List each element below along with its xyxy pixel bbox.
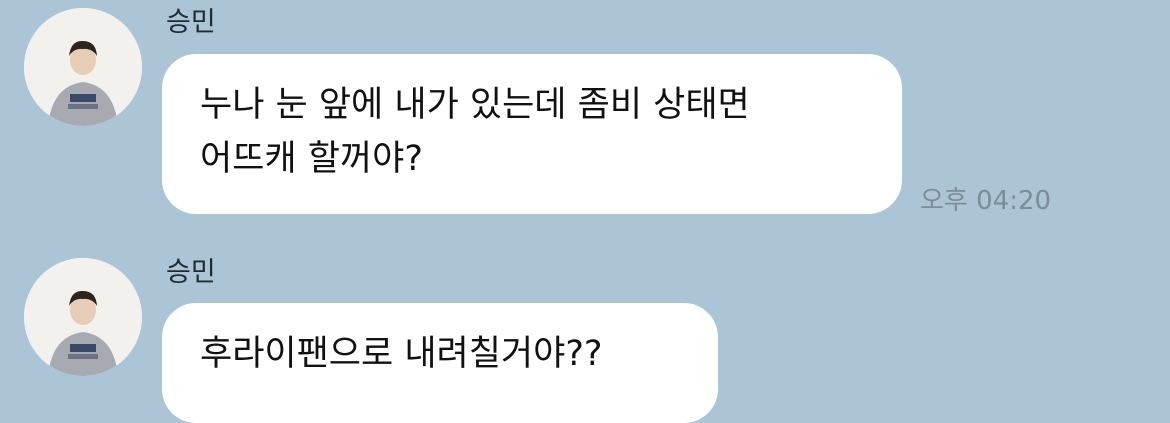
message-bubble[interactable]: 후라이팬으로 내려칠거야?? <box>162 303 718 423</box>
sender-name: 승민 <box>166 7 216 38</box>
profile-photo-icon <box>24 8 142 126</box>
message-text-line: 후라이팬으로 내려칠거야?? <box>200 334 603 374</box>
message-text-line: 누나 눈 앞에 내가 있는데 좀비 상태면 <box>200 85 750 125</box>
sender-name: 승민 <box>166 257 216 288</box>
profile-photo-icon <box>24 258 142 376</box>
message-text-line: 어뜨캐 할꺼야? <box>200 139 423 179</box>
avatar[interactable] <box>24 258 142 376</box>
message-timestamp: 오후 04:20 <box>920 186 1052 216</box>
message-bubble[interactable]: 누나 눈 앞에 내가 있는데 좀비 상태면 어뜨캐 할꺼야? <box>162 54 902 214</box>
avatar[interactable] <box>24 8 142 126</box>
